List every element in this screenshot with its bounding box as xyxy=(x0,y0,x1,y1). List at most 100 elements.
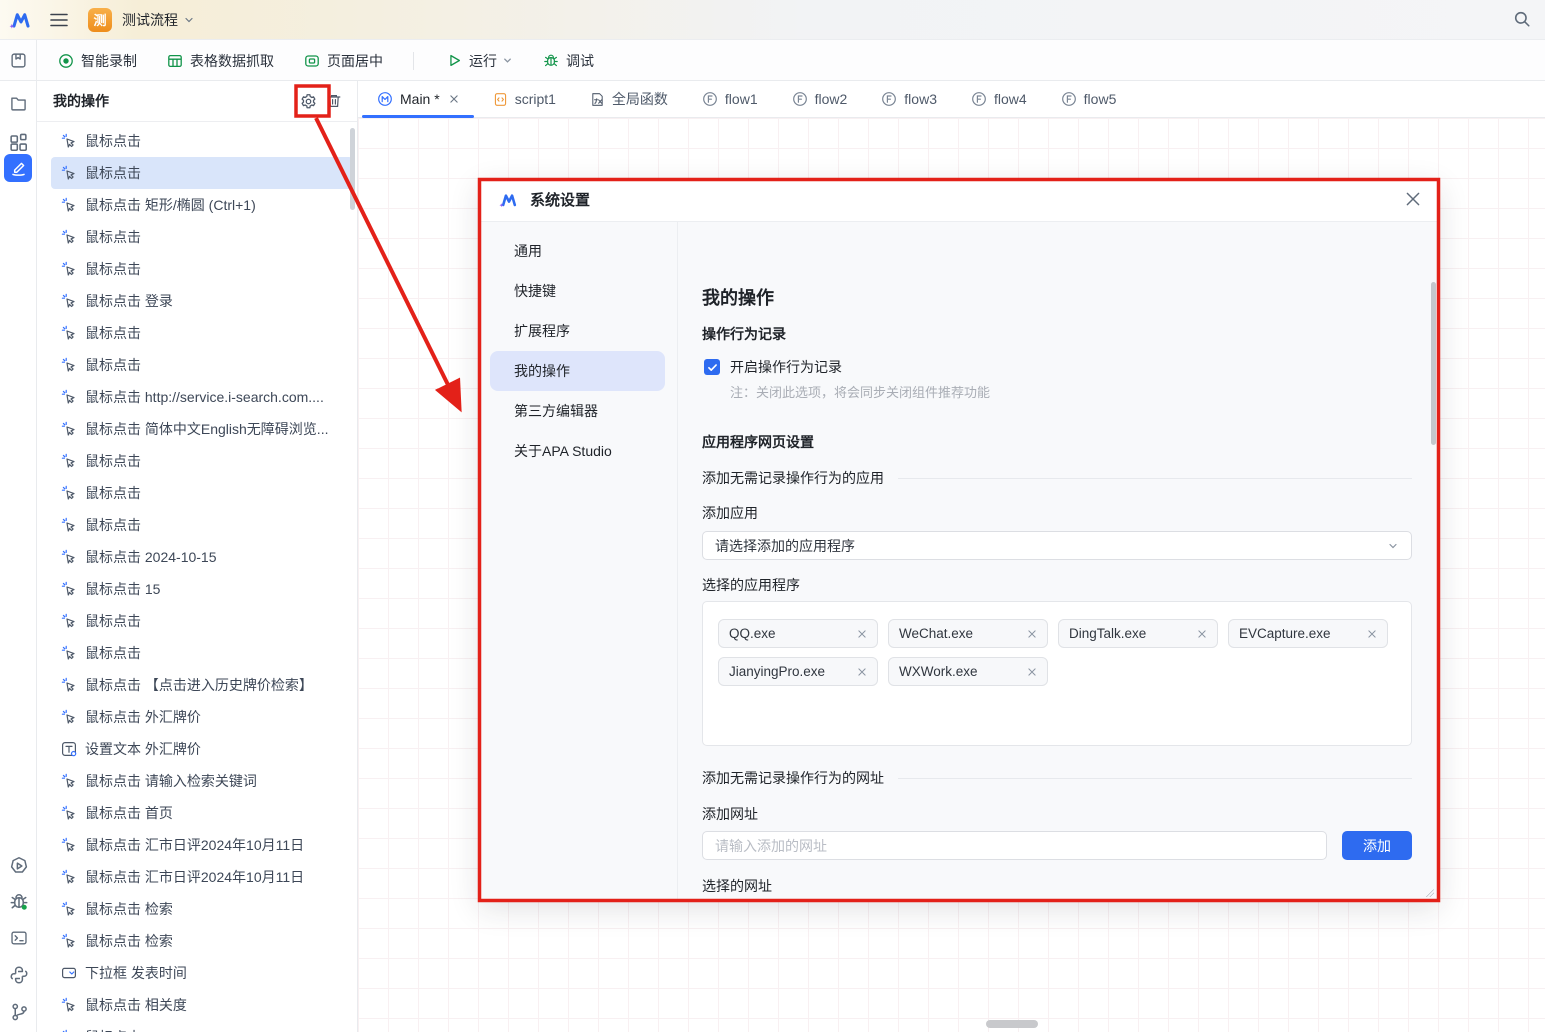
operation-list-item[interactable]: 鼠标点击 检索 xyxy=(51,893,353,925)
menu-hamburger-icon[interactable] xyxy=(50,12,68,28)
chip-remove-icon[interactable] xyxy=(1027,667,1037,677)
operation-label: 鼠标点击 检索 xyxy=(85,899,173,919)
toolbar-button[interactable]: 调试 xyxy=(543,51,594,71)
dialog-nav-label: 快捷键 xyxy=(514,281,556,301)
operation-list-item[interactable]: 鼠标点击 xyxy=(51,349,353,381)
chevron-down-icon xyxy=(183,14,195,26)
chip-remove-icon[interactable] xyxy=(1197,629,1207,639)
settings-gear-icon[interactable] xyxy=(295,88,321,114)
flow-icon xyxy=(1061,91,1077,107)
folder-icon[interactable] xyxy=(9,95,28,112)
debug-bug-icon[interactable] xyxy=(9,892,29,912)
canvas-hscrollbar-thumb[interactable] xyxy=(986,1020,1038,1028)
operation-list-item[interactable]: 鼠标点击 xyxy=(51,637,353,669)
left-icon-rail xyxy=(0,81,37,1032)
components-icon[interactable] xyxy=(9,133,28,152)
tab-close-icon[interactable] xyxy=(449,94,459,104)
tab-label: flow3 xyxy=(904,91,937,107)
operation-label: 鼠标点击 xyxy=(85,163,141,183)
record-pen-icon[interactable] xyxy=(4,154,32,182)
dialog-nav-item[interactable]: 关于APA Studio xyxy=(490,431,665,471)
mouse-click-icon xyxy=(61,677,77,693)
chip-remove-icon[interactable] xyxy=(857,629,867,639)
editor-tab[interactable]: script1 xyxy=(476,81,573,117)
operation-list-item[interactable]: 鼠标点击 xyxy=(51,221,353,253)
dialog-nav-item[interactable]: 快捷键 xyxy=(490,271,665,311)
terminal-icon[interactable] xyxy=(9,929,29,947)
operation-list-item[interactable]: 鼠标点击 汇市日评2024年10月11日 xyxy=(51,829,353,861)
operation-list-item[interactable]: 鼠标点击 xyxy=(51,125,353,157)
chevron-down-icon[interactable] xyxy=(502,55,513,66)
url-input[interactable] xyxy=(702,831,1327,860)
editor-tab[interactable]: Main * xyxy=(360,81,476,117)
search-icon[interactable] xyxy=(1513,10,1531,28)
operation-list-item[interactable]: 鼠标点击 相关度 xyxy=(51,989,353,1021)
git-branch-icon[interactable] xyxy=(9,1002,29,1022)
operation-label: 鼠标点击 相关度 xyxy=(85,995,187,1015)
page-center-icon xyxy=(304,53,320,69)
chip-remove-icon[interactable] xyxy=(1027,629,1037,639)
dialog-header: 系统设置 xyxy=(478,178,1440,222)
app-chip: EVCapture.exe xyxy=(1228,619,1388,648)
flow-icon xyxy=(702,91,718,107)
chip-remove-icon[interactable] xyxy=(857,667,867,677)
save-icon[interactable] xyxy=(0,40,37,81)
toolbar-button[interactable]: 智能录制 xyxy=(58,51,137,71)
toolbar-button-label: 智能录制 xyxy=(81,51,137,71)
toolbar-button[interactable]: 页面居中 xyxy=(304,51,383,71)
operation-list-item[interactable]: 鼠标点击 xyxy=(51,157,353,189)
operation-list-item[interactable]: 鼠标点击 首页 xyxy=(51,797,353,829)
chevron-down-icon xyxy=(1387,540,1399,552)
ops-scrollbar-thumb[interactable] xyxy=(350,128,355,210)
close-icon[interactable] xyxy=(1404,190,1422,208)
operation-list-item[interactable]: 鼠标点击 xyxy=(51,477,353,509)
operation-list-item[interactable]: 鼠标点击 简体中文English无障碍浏览... xyxy=(51,413,353,445)
operation-list-item[interactable]: 下拉框 发表时间 xyxy=(51,957,353,989)
editor-tab[interactable]: flow1 xyxy=(685,81,775,117)
checkbox-checked[interactable] xyxy=(704,359,720,375)
project-title-dropdown[interactable]: 测试流程 xyxy=(122,10,195,30)
dialog-nav-item[interactable]: 通用 xyxy=(490,231,665,271)
operation-list-item[interactable]: 鼠标点击 外汇牌价 xyxy=(51,701,353,733)
operation-list-item[interactable]: 鼠标点击 矩形/椭圆 (Ctrl+1) xyxy=(51,189,353,221)
dialog-scrollbar-thumb[interactable] xyxy=(1431,282,1436,445)
dialog-nav-item[interactable]: 第三方编辑器 xyxy=(490,391,665,431)
editor-tab[interactable]: flow5 xyxy=(1044,81,1134,117)
toolbar-button[interactable]: 运行 xyxy=(413,51,513,71)
operation-list-item[interactable]: 鼠标点击 汇市日评2024年10月11日 xyxy=(51,861,353,893)
toolbar-button[interactable]: 表格数据抓取 xyxy=(167,51,274,71)
editor-tab[interactable]: flow3 xyxy=(864,81,954,117)
operation-list-item[interactable]: 鼠标点击 xyxy=(51,445,353,477)
operation-list-item[interactable]: 鼠标点击 xyxy=(51,605,353,637)
operation-list-item[interactable]: 鼠标点击 http://service.i-search.com.... xyxy=(51,381,353,413)
dialog-content: 我的操作 操作行为记录 开启操作行为记录 注：关闭此选项，将会同步关闭组件推荐功… xyxy=(678,222,1440,902)
operation-list-item[interactable]: 鼠标点击 xyxy=(51,253,353,285)
app-chip-label: DingTalk.exe xyxy=(1069,626,1146,641)
operation-list-item[interactable]: 鼠标点击 15 xyxy=(51,573,353,605)
app-select[interactable]: 请选择添加的应用程序 xyxy=(702,531,1412,560)
editor-tab[interactable]: flow2 xyxy=(775,81,865,117)
operation-list-item[interactable]: 鼠标点击 检索 xyxy=(51,925,353,957)
checkbox-label[interactable]: 开启操作行为记录 xyxy=(730,357,842,377)
run-hexagon-icon[interactable] xyxy=(9,856,29,876)
trash-icon[interactable] xyxy=(321,88,347,114)
resize-handle[interactable] xyxy=(1426,889,1434,897)
dialog-nav-item[interactable]: 我的操作 xyxy=(490,351,665,391)
python-icon[interactable] xyxy=(9,965,29,985)
operation-list-item[interactable]: 鼠标点击 xyxy=(51,317,353,349)
operation-list-item[interactable]: 鼠标点击 请输入检索关键词 xyxy=(51,765,353,797)
add-url-button[interactable]: 添加 xyxy=(1342,831,1412,860)
operation-list-item[interactable]: 鼠标点击 2024-10-15 xyxy=(51,541,353,573)
dialog-nav-item[interactable]: 扩展程序 xyxy=(490,311,665,351)
operation-list-item[interactable]: 鼠标点击 登录 xyxy=(51,285,353,317)
editor-tab[interactable]: 全局函数 xyxy=(573,81,685,117)
flow-icon xyxy=(971,91,987,107)
editor-tab[interactable]: flow4 xyxy=(954,81,1044,117)
mouse-click-icon xyxy=(61,261,77,277)
chip-remove-icon[interactable] xyxy=(1367,629,1377,639)
operation-list-item[interactable]: 设置文本 外汇牌价 xyxy=(51,733,353,765)
mouse-click-icon xyxy=(61,933,77,949)
operation-list-item[interactable]: 鼠标点击 【点击进入历史牌价检索】 xyxy=(51,669,353,701)
operation-list-item[interactable]: 鼠标点击 xyxy=(51,509,353,541)
operation-list-item[interactable]: 鼠标点击 xyxy=(51,1021,353,1032)
